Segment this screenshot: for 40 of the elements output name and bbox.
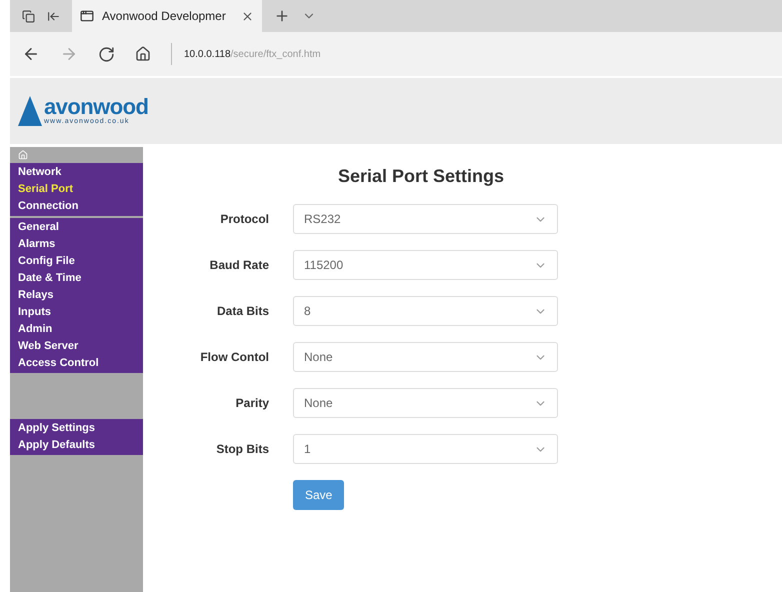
field-label: Stop Bits [215, 441, 270, 458]
browser-tab[interactable]: Avonwood Developmer [72, 0, 262, 32]
new-tab-icon[interactable] [274, 8, 290, 24]
select-field[interactable]: 8 [293, 296, 558, 326]
select-field[interactable]: 1 [293, 434, 558, 464]
sidebar-item[interactable]: Apply Settings [10, 420, 143, 437]
page-title: Serial Port Settings [338, 165, 504, 188]
home-icon[interactable] [135, 46, 151, 62]
address-bar[interactable]: 10.0.0.118/secure/ftx_conf.htm [184, 46, 321, 62]
close-icon[interactable] [241, 10, 254, 22]
select-field[interactable]: None [293, 342, 558, 372]
field-label: Data Bits [216, 303, 270, 320]
back-icon[interactable] [22, 45, 40, 63]
field-label: Parity [234, 395, 270, 412]
sidebar-item[interactable]: Date & Time [10, 270, 143, 287]
sidebar-item[interactable]: Connection [10, 198, 143, 215]
select-field[interactable]: 115200 [293, 250, 558, 280]
sidebar-item[interactable]: Network [10, 164, 143, 181]
sidebar-item[interactable]: Alarms [10, 236, 143, 253]
page-icon [80, 9, 94, 23]
sidebar-item[interactable]: Serial Port [10, 181, 143, 198]
sidebar-item[interactable]: Access Control [10, 355, 143, 372]
set-aside-icon[interactable] [47, 10, 60, 22]
sidebar-item[interactable]: Admin [10, 321, 143, 338]
field-label: Protocol [219, 211, 270, 228]
tab-title: Avonwood Developmer [102, 8, 226, 25]
field-label: Baud Rate [208, 257, 270, 274]
refresh-icon[interactable] [98, 46, 115, 62]
field-label: Flow Contol [199, 349, 270, 366]
sidebar-item[interactable]: Web Server [10, 338, 143, 355]
logo-name: avonwood [44, 96, 148, 118]
sidebar-item[interactable]: Config File [10, 253, 143, 270]
tabs-icon[interactable] [22, 10, 35, 22]
sidebar-item[interactable]: General [10, 219, 143, 236]
sidebar-item[interactable]: Apply Defaults [10, 437, 143, 454]
sidebar-item[interactable]: Relays [10, 287, 143, 304]
select-field[interactable]: RS232 [293, 204, 558, 234]
sidebar-item[interactable]: Inputs [10, 304, 143, 321]
select-field[interactable]: None [293, 388, 558, 418]
triangle-logo-icon [18, 96, 42, 126]
